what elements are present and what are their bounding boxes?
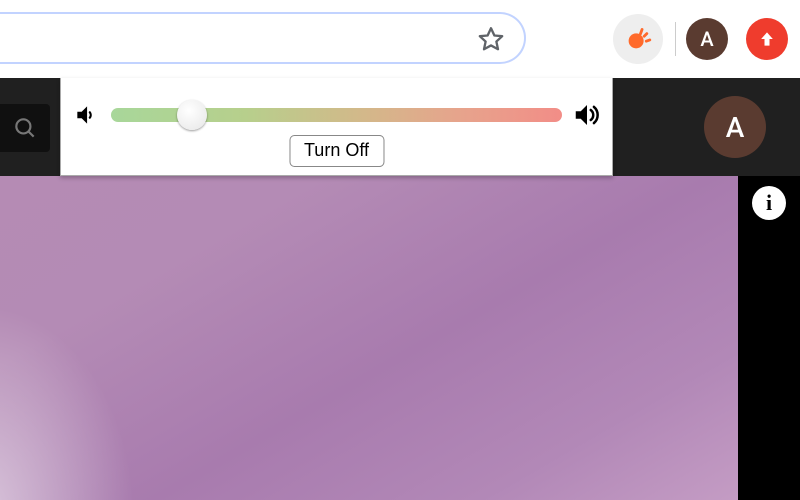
star-icon	[477, 25, 505, 53]
search-icon	[12, 115, 38, 141]
volume-slider-thumb[interactable]	[177, 100, 207, 130]
extension-popup: Turn Off	[60, 78, 613, 176]
video-player-area[interactable]	[0, 176, 738, 500]
arrow-up-icon	[757, 29, 777, 49]
turn-off-button[interactable]: Turn Off	[289, 135, 384, 167]
volume-low-icon	[71, 100, 101, 130]
volume-high-icon	[572, 100, 602, 130]
page-content: i	[0, 176, 800, 500]
toolbar-separator	[675, 22, 676, 56]
browser-toolbar: A	[0, 0, 800, 78]
avatar-letter: A	[726, 111, 745, 144]
bookmark-star-button[interactable]	[472, 20, 510, 58]
volume-slider[interactable]	[111, 108, 562, 122]
address-bar[interactable]	[0, 12, 526, 64]
avatar-letter: A	[700, 27, 713, 51]
site-profile-avatar[interactable]: A	[704, 96, 766, 158]
volume-burst-icon	[623, 24, 653, 54]
extension-button[interactable]	[613, 14, 663, 64]
update-available-button[interactable]	[746, 18, 788, 60]
info-button[interactable]: i	[752, 186, 786, 220]
info-icon: i	[766, 192, 772, 214]
site-search-box[interactable]	[0, 104, 50, 152]
profile-avatar-button[interactable]: A	[686, 18, 728, 60]
